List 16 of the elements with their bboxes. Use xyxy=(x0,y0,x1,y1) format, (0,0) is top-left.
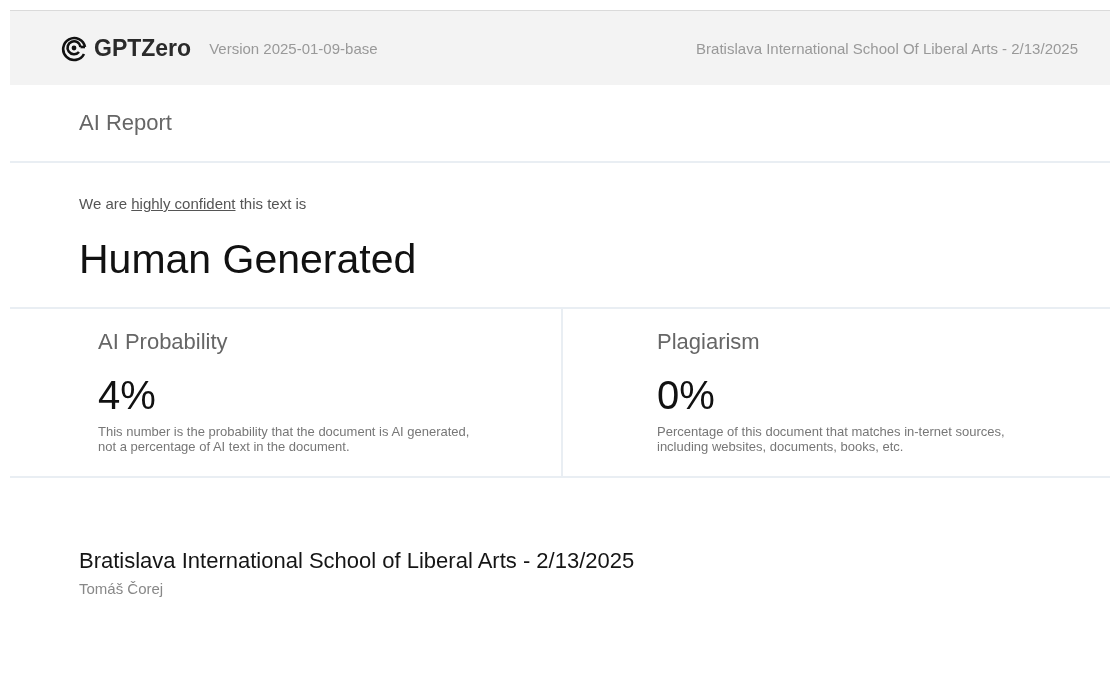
brand-name: GPTZero xyxy=(94,34,192,62)
verdict-result: Human Generated xyxy=(79,236,418,283)
report-title: AI Report xyxy=(79,110,172,136)
metric-description: This number is the probability that the document is AI generated, not a percentage of AI text in the document. xyxy=(98,424,471,454)
document-author: Tomáš Čorej xyxy=(79,580,164,597)
confidence-sentence: We are highly confident this text is xyxy=(79,195,308,212)
document-title: Bratislava International School of Liberal Arts - 2/13/2025 xyxy=(79,548,635,574)
metric-title: AI Probability xyxy=(98,329,228,355)
metric-value: 4% xyxy=(98,373,156,418)
logo-icon xyxy=(60,34,88,62)
school-date: Bratislava International School Of Liberal Arts - 2/13/2025 xyxy=(696,39,1078,57)
confidence-link[interactable]: highly confident xyxy=(131,195,236,212)
version-label: Version 2025-01-09-base xyxy=(209,39,378,57)
metric-title: Plagiarism xyxy=(657,329,760,355)
metric-value: 0% xyxy=(657,373,715,418)
metric-description: Percentage of this document that matches in-ternet sources, including websites, documents, books, etc. xyxy=(657,424,1006,454)
